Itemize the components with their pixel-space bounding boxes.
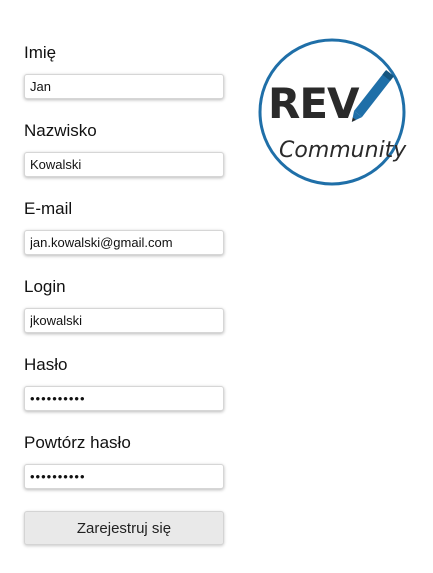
logo-graphic: REV Community: [258, 38, 407, 186]
registration-form: Imię Nazwisko E-mail Login Hasło Powtórz…: [24, 43, 224, 545]
rev-community-logo: REV Community: [246, 36, 418, 188]
last-name-label: Nazwisko: [24, 121, 97, 140]
logo-tagline-text: Community: [279, 138, 407, 163]
email-input[interactable]: [24, 230, 224, 255]
password-input[interactable]: [24, 386, 224, 411]
password-label: Hasło: [24, 355, 68, 374]
email-label: E-mail: [24, 199, 73, 218]
register-button[interactable]: Zarejestruj się: [24, 511, 224, 545]
first-name-input[interactable]: [24, 74, 224, 99]
last-name-input[interactable]: [24, 152, 224, 177]
password-repeat-input[interactable]: [24, 464, 224, 489]
password-repeat-label: Powtórz hasło: [24, 433, 131, 452]
login-label: Login: [24, 277, 66, 296]
logo-brand-text: REV: [268, 79, 360, 128]
login-input[interactable]: [24, 308, 224, 333]
first-name-label: Imię: [24, 43, 57, 62]
